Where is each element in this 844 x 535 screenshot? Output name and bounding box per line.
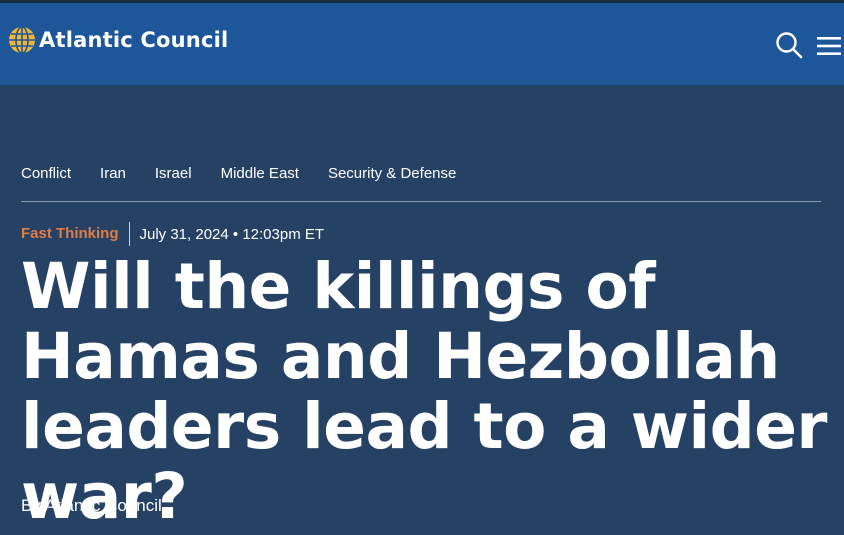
search-icon[interactable]	[775, 31, 803, 59]
author-link[interactable]: Atlantic Council	[45, 496, 162, 515]
byline-prefix: By	[21, 496, 45, 515]
article-headline: Will the killings of Hamas and Hezbollah…	[21, 250, 828, 533]
site-logo[interactable]: Atlantic Council	[7, 23, 228, 57]
logo-wordmark: Atlantic Council	[39, 28, 229, 52]
hamburger-menu-icon[interactable]	[817, 36, 841, 56]
globe-icon	[9, 26, 35, 54]
article-meta: Fast Thinking July 31, 2024 • 12:03pm ET	[21, 222, 324, 246]
series-link[interactable]: Fast Thinking	[21, 222, 130, 246]
site-header: Atlantic Council	[0, 3, 844, 85]
topic-tag-iran[interactable]: Iran	[100, 165, 126, 182]
topic-tag-security-defense[interactable]: Security & Defense	[328, 165, 456, 182]
topic-tags: Conflict Iran Israel Middle East Securit…	[21, 165, 485, 182]
publish-date: July 31, 2024 • 12:03pm ET	[139, 225, 325, 243]
section-divider	[21, 201, 821, 202]
topic-tag-conflict[interactable]: Conflict	[21, 165, 71, 182]
topic-tag-israel[interactable]: Israel	[155, 165, 192, 182]
topic-tag-middle-east[interactable]: Middle East	[221, 165, 299, 182]
byline: By Atlantic Council	[21, 496, 162, 516]
